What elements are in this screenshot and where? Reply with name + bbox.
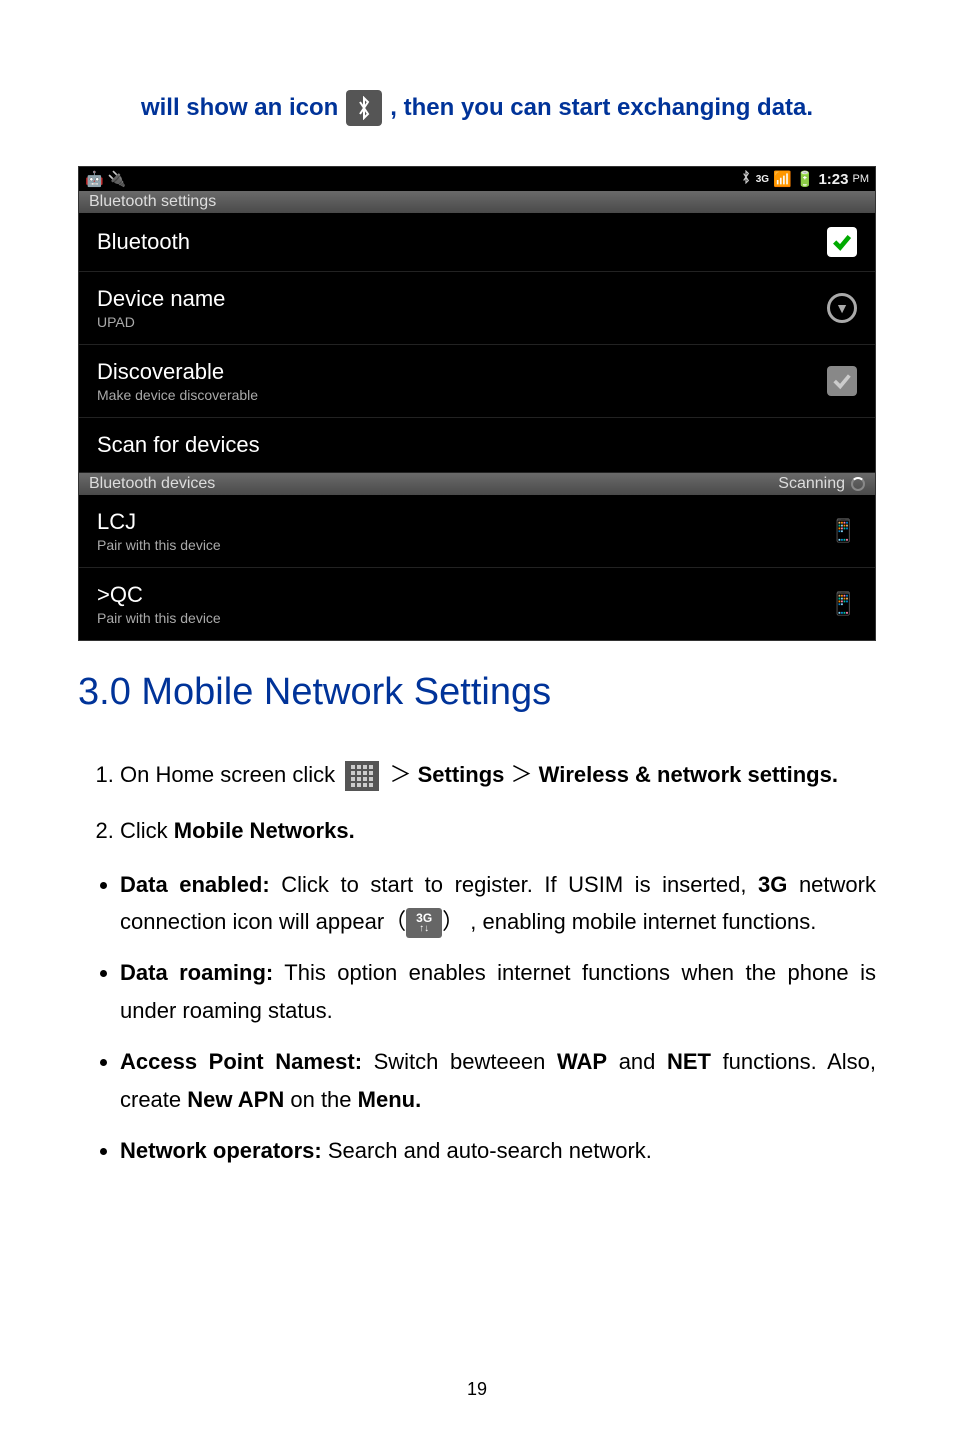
- device-name: LCJ: [97, 509, 221, 535]
- b1-text3: ） , enabling mobile internet functions.: [442, 909, 816, 934]
- b1-label: Data enabled:: [120, 872, 270, 897]
- threeg-status-icon: 3G: [756, 174, 769, 185]
- b1-3g: 3G: [758, 872, 787, 897]
- device-sub: Pair with this device: [97, 610, 221, 626]
- b3-net: NET: [667, 1049, 711, 1074]
- step1-wireless: Wireless & network settings.: [539, 762, 838, 787]
- intro-part1: will show an icon: [141, 94, 338, 122]
- step1-text1: On Home screen click: [120, 762, 335, 787]
- bluetooth-toggle-row[interactable]: Bluetooth: [79, 213, 875, 272]
- b3-menu: Menu.: [358, 1087, 422, 1112]
- intro-part2: , then you can start exchanging data.: [390, 94, 813, 122]
- bullet-apn: Access Point Namest: Switch bewteeen WAP…: [120, 1043, 876, 1118]
- step-2: Click Mobile Networks.: [120, 810, 876, 852]
- bullet-data-enabled: Data enabled: Click to start to register…: [120, 866, 876, 941]
- bluetooth-checkbox[interactable]: [827, 227, 857, 257]
- phone-device-icon: 📱: [830, 591, 857, 617]
- apps-grid-icon: [345, 761, 379, 791]
- b4-label: Network operators:: [120, 1138, 322, 1163]
- section-title: 3.0 Mobile Network Settings: [78, 671, 876, 714]
- discoverable-row[interactable]: Discoverable Make device discoverable: [79, 345, 875, 418]
- step1-settings: Settings: [418, 762, 505, 787]
- gt1: ＞: [389, 762, 411, 787]
- bluetooth-pair-icon: [346, 90, 382, 126]
- bluetooth-settings-screenshot: 🤖 🔌 3G 📶 🔋 1:23 PM Bluetooth settings Bl…: [78, 166, 876, 641]
- chevron-down-icon: ▼: [827, 293, 857, 323]
- section-header-bluetooth-settings: Bluetooth settings: [79, 191, 875, 213]
- b3-wap: WAP: [557, 1049, 607, 1074]
- device-name-value: UPAD: [97, 314, 225, 330]
- step2-text: Click: [120, 818, 174, 843]
- bullet-data-roaming: Data roaming: This option enables intern…: [120, 954, 876, 1029]
- threeg-connection-icon: 3G↑↓: [406, 908, 442, 938]
- step-1: On Home screen click ＞ Settings ＞ Wirele…: [120, 754, 876, 796]
- discoverable-checkbox[interactable]: [827, 366, 857, 396]
- status-time: 1:23: [818, 171, 848, 188]
- device-name-row[interactable]: Device name UPAD ▼: [79, 272, 875, 345]
- step2-bold: Mobile Networks.: [174, 818, 355, 843]
- discoverable-label: Discoverable: [97, 359, 258, 385]
- device-name: >QC: [97, 582, 221, 608]
- discoverable-sub: Make device discoverable: [97, 387, 258, 403]
- device-row-lcj[interactable]: LCJ Pair with this device 📱: [79, 495, 875, 568]
- b1-text: Click to start to register. If USIM is i…: [270, 872, 758, 897]
- android-icon: 🤖: [85, 170, 104, 188]
- bluetooth-status-icon: [740, 170, 752, 188]
- bullet-network-operators: Network operators: Search and auto-searc…: [120, 1132, 876, 1169]
- spinner-icon: [851, 477, 865, 491]
- scanning-label: Scanning: [778, 475, 845, 493]
- page-number: 19: [0, 1379, 954, 1400]
- section-header-bluetooth-devices: Bluetooth devices Scanning: [79, 473, 875, 495]
- scan-label: Scan for devices: [97, 432, 260, 458]
- bluetooth-label: Bluetooth: [97, 229, 190, 255]
- device-name-label: Device name: [97, 286, 225, 312]
- b4-text: Search and auto-search network.: [322, 1138, 652, 1163]
- device-sub: Pair with this device: [97, 537, 221, 553]
- usb-icon: 🔌: [108, 170, 127, 188]
- b3-label: Access Point Namest:: [120, 1049, 362, 1074]
- intro-text: will show an icon , then you can start e…: [78, 90, 876, 126]
- gt2: ＞: [511, 762, 533, 787]
- phone-device-icon: 📱: [830, 518, 857, 544]
- scan-for-devices-row[interactable]: Scan for devices: [79, 418, 875, 473]
- status-bar: 🤖 🔌 3G 📶 🔋 1:23 PM: [79, 167, 875, 191]
- b3-newapn: New APN: [187, 1087, 284, 1112]
- steps-list: On Home screen click ＞ Settings ＞ Wirele…: [78, 754, 876, 852]
- battery-icon: 🔋: [796, 170, 815, 188]
- bullets-list: Data enabled: Click to start to register…: [78, 866, 876, 1170]
- device-row-qc[interactable]: >QC Pair with this device 📱: [79, 568, 875, 640]
- b3-t1: Switch bewteeen: [362, 1049, 557, 1074]
- status-ampm: PM: [853, 173, 870, 185]
- b2-label: Data roaming:: [120, 960, 273, 985]
- b3-t3: on the: [284, 1087, 357, 1112]
- devices-header-label: Bluetooth devices: [89, 475, 215, 493]
- signal-icon: 📶: [773, 170, 792, 188]
- b3-and: and: [607, 1049, 667, 1074]
